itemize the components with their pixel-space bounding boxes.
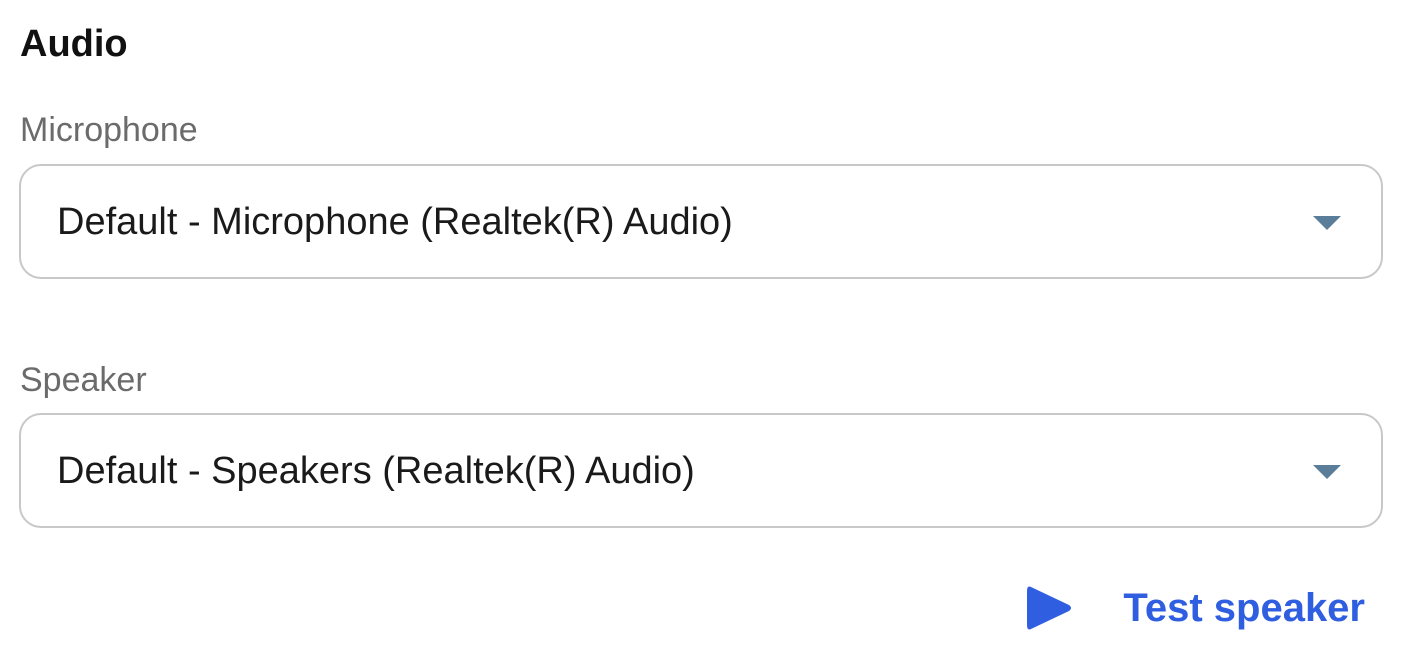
chevron-down-icon [1313, 464, 1341, 479]
test-speaker-button[interactable]: Test speaker [1025, 578, 1365, 638]
speaker-label: Speaker [20, 361, 147, 399]
speaker-selected-value: Default - Speakers (Realtek(R) Audio) [57, 449, 695, 492]
test-speaker-label: Test speaker [1123, 586, 1365, 630]
play-icon [1027, 586, 1072, 630]
audio-settings-panel: Audio Microphone Default - Microphone (R… [0, 0, 1425, 655]
speaker-select[interactable]: Default - Speakers (Realtek(R) Audio) [19, 413, 1383, 528]
section-title: Audio [20, 23, 128, 65]
microphone-selected-value: Default - Microphone (Realtek(R) Audio) [57, 200, 733, 243]
microphone-select[interactable]: Default - Microphone (Realtek(R) Audio) [19, 164, 1383, 279]
microphone-label: Microphone [20, 111, 198, 149]
chevron-down-icon [1313, 215, 1341, 230]
